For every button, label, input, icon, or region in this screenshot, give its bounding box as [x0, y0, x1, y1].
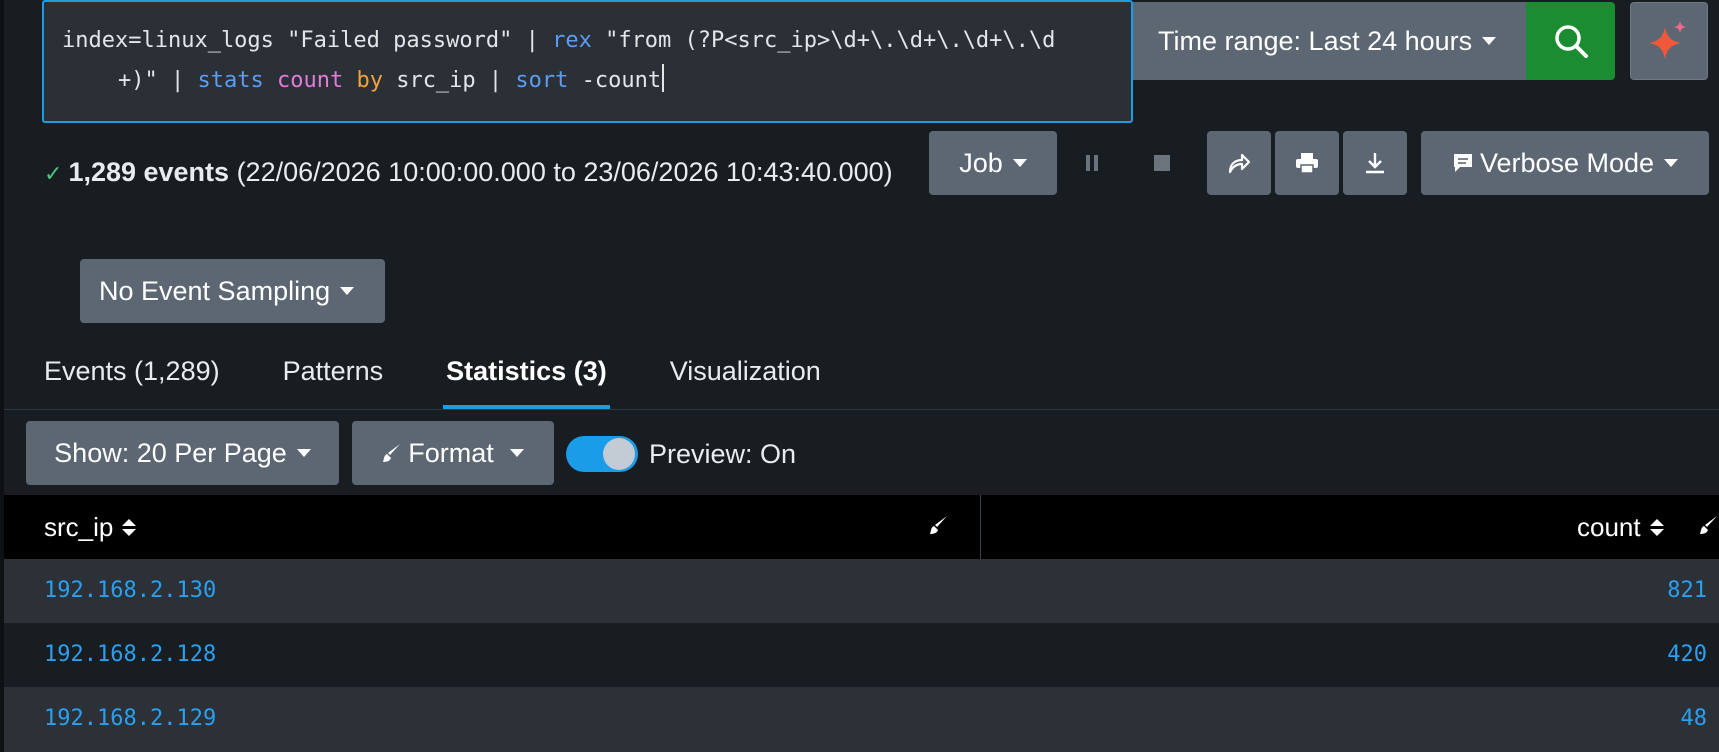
query-text — [343, 68, 356, 93]
query-function-count: count — [276, 68, 344, 93]
tab-divider — [4, 409, 1719, 410]
export-button[interactable] — [1343, 131, 1407, 195]
tab-patterns[interactable]: Patterns — [283, 345, 384, 409]
query-text: -count — [568, 68, 662, 93]
pause-button[interactable] — [1077, 131, 1107, 195]
event-sampling-button[interactable]: No Event Sampling — [80, 259, 385, 323]
search-icon — [1554, 25, 1588, 58]
pause-icon — [1086, 155, 1098, 171]
count-cell[interactable]: 821 — [1667, 559, 1707, 623]
per-page-label: Show: 20 Per Page — [54, 437, 287, 468]
brush-icon — [383, 444, 401, 462]
preview-toggle[interactable] — [566, 436, 638, 472]
query-line-1: index=linux_logs "Failed password" | rex… — [62, 21, 1113, 61]
query-command-sort: sort — [515, 68, 569, 93]
query-keyword-by: by — [356, 68, 383, 93]
chevron-down-icon — [1012, 159, 1027, 167]
tab-events[interactable]: Events (1,289) — [44, 345, 220, 409]
query-text: +)" | — [118, 68, 198, 93]
search-mode-label: Verbose Mode — [1479, 147, 1655, 178]
chevron-down-icon — [296, 449, 311, 457]
query-text: index=linux_logs "Failed password" | — [62, 28, 553, 53]
column-header-count[interactable]: count — [1577, 495, 1664, 559]
column-divider[interactable] — [980, 495, 981, 559]
event-time-range: (22/06/2026 10:00:00.000 to 23/06/2026 1… — [229, 157, 893, 187]
query-text — [264, 68, 277, 93]
event-count: 1,289 events — [68, 157, 230, 187]
brush-icon[interactable] — [1699, 515, 1719, 535]
share-button[interactable] — [1207, 131, 1271, 195]
job-label: Job — [959, 147, 1003, 178]
count-cell[interactable]: 420 — [1667, 623, 1707, 687]
sparkle-icon — [1649, 21, 1686, 59]
print-button[interactable] — [1275, 131, 1339, 195]
query-command-stats: stats — [197, 68, 264, 93]
column-header-src-ip[interactable]: src_ip — [44, 495, 137, 559]
table-row: 192.168.2.129 48 — [4, 687, 1719, 752]
search-mode-button[interactable]: Verbose Mode — [1421, 131, 1709, 195]
count-cell[interactable]: 48 — [1681, 687, 1708, 751]
tab-statistics[interactable]: Statistics (3) — [443, 345, 610, 409]
sort-icon — [1649, 518, 1664, 536]
download-icon — [1366, 153, 1384, 174]
table-row: 192.168.2.130 821 — [4, 559, 1719, 623]
src-ip-cell[interactable]: 192.168.2.130 — [44, 559, 216, 623]
ai-assistant-button[interactable] — [1630, 2, 1708, 80]
stop-button[interactable] — [1147, 131, 1177, 195]
src-ip-cell[interactable]: 192.168.2.129 — [44, 687, 216, 751]
print-icon — [1296, 153, 1318, 174]
query-line-2: +)" | stats count by src_ip | sort -coun… — [62, 61, 1113, 101]
brush-icon[interactable] — [929, 515, 949, 535]
event-sampling-label: No Event Sampling — [99, 275, 331, 306]
query-command-rex: rex — [552, 28, 592, 53]
results-tabs: Events (1,289) Patterns Statistics (3) V… — [44, 345, 884, 409]
format-label: Format — [408, 437, 494, 468]
text-cursor — [662, 64, 665, 92]
table-header: src_ip count — [4, 495, 1719, 559]
chevron-down-icon — [340, 287, 355, 295]
chevron-down-icon — [509, 449, 524, 457]
search-query-input[interactable]: index=linux_logs "Failed password" | rex… — [42, 0, 1133, 123]
job-menu-button[interactable]: Job — [929, 131, 1057, 195]
table-row: 192.168.2.128 420 — [4, 623, 1719, 687]
search-status: ✓ 1,289 events (22/06/2026 10:00:00.000 t… — [44, 140, 924, 206]
chevron-down-icon — [1482, 37, 1497, 45]
query-text: src_ip | — [382, 68, 516, 93]
tab-visualization[interactable]: Visualization — [670, 345, 821, 409]
chevron-down-icon — [1664, 159, 1679, 167]
check-icon: ✓ — [44, 161, 63, 186]
preview-label: Preview: On — [649, 439, 797, 469]
time-range-picker[interactable]: Time range: Last 24 hours — [1133, 2, 1526, 80]
column-label: count — [1577, 511, 1641, 542]
column-label: src_ip — [44, 511, 114, 542]
sort-icon — [122, 518, 137, 536]
comment-icon — [1453, 154, 1472, 172]
query-text: "from (?P<src_ip>\d+\.\d+\.\d+\.\d — [591, 28, 1056, 53]
per-page-button[interactable]: Show: 20 Per Page — [26, 421, 339, 485]
toggle-knob — [603, 438, 635, 470]
format-button[interactable]: Format — [352, 421, 554, 485]
time-range-label: Time range: Last 24 hours — [1158, 25, 1473, 56]
search-button[interactable] — [1526, 2, 1615, 80]
stop-icon — [1154, 155, 1170, 171]
share-icon — [1228, 153, 1251, 174]
src-ip-cell[interactable]: 192.168.2.128 — [44, 623, 216, 687]
